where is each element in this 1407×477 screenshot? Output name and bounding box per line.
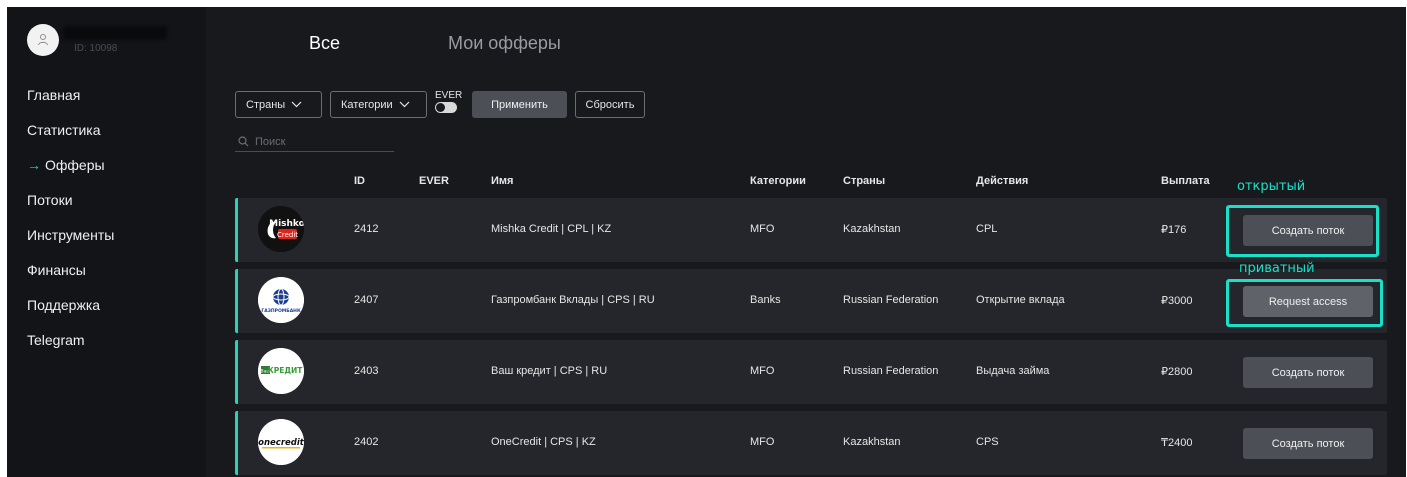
offer-country: Russian Federation (843, 365, 939, 377)
column-header-categories[interactable]: Категории (750, 175, 806, 187)
column-header-id[interactable]: ID (354, 175, 365, 187)
countries-dropdown-label: Страны (246, 98, 286, 111)
sidebar-item-tools[interactable]: Инструменты (27, 227, 114, 262)
sidebar-item-label: Статистика (27, 122, 101, 138)
column-header-actions[interactable]: Действия (976, 175, 1028, 187)
apply-button[interactable]: Применить (472, 91, 567, 118)
offer-country: Russian Federation (843, 294, 939, 306)
column-header-name[interactable]: Имя (491, 175, 513, 187)
svg-text:Credit: Credit (277, 231, 298, 239)
offer-logo: Ваш КРЕДИТ (258, 348, 304, 394)
offer-country: Kazakhstan (843, 223, 901, 235)
column-header-ever[interactable]: EVER (419, 175, 449, 187)
user-id: ID: 10098 (74, 43, 118, 54)
sidebar-item-home[interactable]: Главная (27, 87, 114, 122)
ever-toggle[interactable]: EVER (435, 90, 463, 113)
offer-payout: ₽176 (1161, 224, 1187, 236)
svg-text:ГАЗПРОМБАНК: ГАЗПРОМБАНК (261, 308, 301, 314)
onecredit-logo: onecredit (258, 419, 304, 465)
sidebar-item-label: Telegram (27, 332, 85, 348)
chevron-down-icon (399, 101, 410, 108)
create-stream-button[interactable]: Создать поток (1243, 357, 1373, 388)
active-arrow-icon: → (27, 157, 41, 173)
main-content: Все Мои офферы Страны Категории EVER При… (206, 7, 1406, 477)
offer-action: CPL (976, 223, 998, 235)
svg-text:КРЕДИТ: КРЕДИТ (268, 366, 304, 375)
offer-name[interactable]: Газпромбанк Вклады | CPS | RU (491, 294, 655, 306)
reset-button[interactable]: Сбросить (575, 91, 645, 118)
ever-switch[interactable] (435, 102, 457, 113)
offer-payout: ₸2400 (1161, 437, 1193, 449)
table-row[interactable]: ГАЗПРОМБАНК 2407 Газпромбанк Вклады | CP… (235, 269, 1387, 333)
sidebar-item-label: Офферы (45, 157, 105, 173)
app-window: ID: 10098 Главная Статистика → Офферы Пот… (7, 7, 1406, 477)
svg-text:onecredit: onecredit (258, 438, 304, 448)
create-stream-button[interactable]: Создать поток (1243, 428, 1373, 459)
offer-name[interactable]: Ваш кредит | CPS | RU (491, 365, 607, 377)
categories-dropdown-label: Категории (341, 98, 393, 111)
offer-action: CPS (976, 436, 999, 448)
switch-knob (436, 103, 445, 112)
offer-name[interactable]: Mishka Credit | CPL | KZ (491, 223, 611, 235)
mishka-credit-logo: Mishko Credit (258, 206, 304, 252)
search-field[interactable] (235, 132, 394, 152)
search-icon (238, 136, 249, 147)
sidebar-item-label: Потоки (27, 192, 73, 208)
annotation-private-box (1226, 279, 1383, 327)
tab-all[interactable]: Все (309, 33, 340, 54)
sidebar-item-offers[interactable]: → Офферы (27, 157, 114, 192)
table-row[interactable]: onecredit 2402 OneCredit | CPS | KZ MFO … (235, 411, 1387, 475)
offer-payout: ₽3000 (1161, 295, 1193, 307)
ever-toggle-label: EVER (435, 90, 463, 101)
sidebar-item-statistics[interactable]: Статистика (27, 122, 114, 157)
offer-category: Banks (750, 294, 781, 306)
sidebar-item-telegram[interactable]: Telegram (27, 332, 114, 367)
offer-category: MFO (750, 365, 775, 377)
offer-logo: ГАЗПРОМБАНК (258, 277, 304, 323)
table-row[interactable]: Ваш КРЕДИТ 2403 Ваш кредит | CPS | RU MF… (235, 340, 1387, 404)
gazprombank-logo: ГАЗПРОМБАНК (258, 277, 304, 323)
offer-logo: onecredit (258, 419, 304, 465)
offer-category: MFO (750, 436, 775, 448)
offer-name[interactable]: OneCredit | CPS | KZ (491, 436, 596, 448)
sidebar-nav: Главная Статистика → Офферы Потоки Инстру… (27, 87, 114, 367)
sidebar-item-label: Главная (27, 87, 81, 103)
offer-logo: Mishko Credit (258, 206, 304, 252)
svg-text:Mishko: Mishko (269, 219, 304, 229)
table-row[interactable]: Mishko Credit 2412 Mishka Credit | CPL |… (235, 198, 1387, 262)
sidebar-item-label: Поддержка (27, 297, 101, 313)
avatar[interactable] (27, 24, 59, 56)
vash-kredit-logo: Ваш КРЕДИТ (258, 348, 304, 394)
countries-dropdown[interactable]: Страны (235, 91, 322, 118)
column-header-payout[interactable]: Выплата (1161, 175, 1210, 187)
tab-my-offers[interactable]: Мои офферы (448, 33, 561, 54)
offer-action: Выдача займа (976, 365, 1050, 377)
column-header-countries[interactable]: Страны (843, 175, 885, 187)
sidebar-item-finance[interactable]: Финансы (27, 262, 114, 297)
sidebar: ID: 10098 Главная Статистика → Офферы Пот… (7, 7, 206, 477)
search-input[interactable] (255, 135, 385, 148)
annotation-open-box (1226, 205, 1379, 257)
sidebar-item-support[interactable]: Поддержка (27, 297, 114, 332)
offer-action: Открытие вклада (976, 294, 1065, 306)
offer-id: 2412 (354, 223, 379, 235)
offer-country: Kazakhstan (843, 436, 901, 448)
sidebar-item-streams[interactable]: Потоки (27, 192, 114, 227)
chevron-down-icon (291, 101, 302, 108)
offer-payout: ₽2800 (1161, 366, 1193, 378)
sidebar-item-label: Инструменты (27, 227, 115, 243)
user-icon (38, 34, 48, 46)
offer-category: MFO (750, 223, 775, 235)
offer-id: 2407 (354, 294, 379, 306)
username-redacted (63, 26, 167, 40)
categories-dropdown[interactable]: Категории (330, 91, 427, 118)
annotation-private-label: приватный (1239, 261, 1315, 276)
offer-id: 2402 (354, 436, 379, 448)
sidebar-item-label: Финансы (27, 262, 86, 278)
offer-id: 2403 (354, 365, 379, 377)
annotation-open-label: открытый (1237, 179, 1306, 194)
